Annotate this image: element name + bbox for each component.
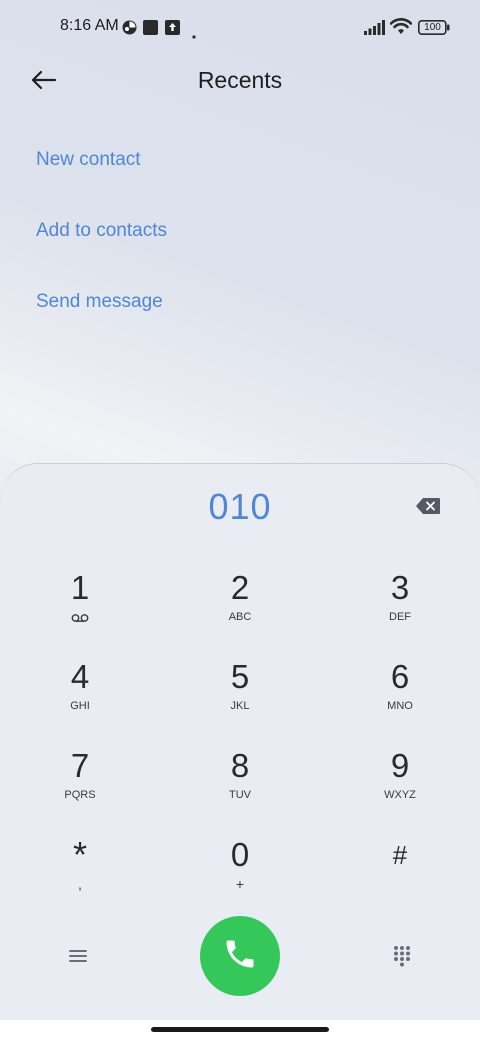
dialed-number: 010	[208, 486, 272, 527]
send-message-link[interactable]: Send message	[36, 278, 167, 349]
dialer-panel: 010 1 2 ABC 3 DEF 4 GHI 5 JKL 6 MNO 7 PQ…	[0, 463, 480, 1020]
home-indicator[interactable]	[151, 1027, 329, 1032]
key-letters: GHI	[70, 700, 90, 712]
hamburger-icon	[68, 948, 88, 969]
status-time: 8:16 AM	[60, 17, 119, 34]
key-digit: 4	[70, 658, 90, 695]
top-bar: Recents	[0, 56, 480, 108]
key-digit: *	[72, 834, 87, 875]
key-1[interactable]: 1	[25, 568, 135, 648]
square-app-icon	[143, 20, 158, 40]
key-digit: 6	[390, 658, 410, 695]
key-8[interactable]: 8 TUV	[185, 746, 295, 826]
key-letters: ABC	[228, 611, 252, 623]
key-star[interactable]: * ,	[25, 835, 135, 915]
key-letters: WXYZ	[384, 789, 416, 801]
key-letters: +	[235, 876, 245, 892]
backspace-button[interactable]	[410, 494, 446, 522]
signal-icon	[364, 20, 386, 40]
phone-icon	[222, 936, 258, 977]
key-letters: PQRS	[64, 789, 96, 801]
key-digit: 8	[230, 747, 250, 784]
backspace-icon	[415, 497, 441, 520]
key-hash[interactable]: #	[345, 835, 455, 915]
key-2[interactable]: 2 ABC	[185, 568, 295, 648]
key-6[interactable]: 6 MNO	[345, 657, 455, 737]
call-button[interactable]	[200, 916, 280, 996]
key-digit: #	[392, 840, 408, 870]
upload-icon	[165, 20, 180, 40]
add-to-contacts-link[interactable]: Add to contacts	[36, 207, 167, 278]
circle-app-icon	[122, 20, 137, 40]
key-digit: 0	[230, 836, 250, 873]
key-7[interactable]: 7 PQRS	[25, 746, 135, 826]
status-bar: 8:16 AM 100	[0, 0, 480, 56]
keypad-grid-icon	[393, 945, 411, 972]
key-3[interactable]: 3 DEF	[345, 568, 455, 648]
battery-level: 100	[424, 22, 441, 33]
key-letters: ,	[78, 876, 82, 892]
action-list: New contact Add to contacts Send message	[36, 136, 167, 349]
keypad-toggle-button[interactable]	[382, 940, 422, 976]
key-digit: 9	[390, 747, 410, 784]
wifi-icon	[389, 18, 413, 40]
voicemail-icon	[25, 610, 135, 624]
key-digit: 3	[390, 569, 410, 606]
key-0[interactable]: 0 +	[185, 835, 295, 915]
key-letters: JKL	[230, 700, 250, 712]
key-digit: 1	[70, 569, 90, 606]
new-contact-link[interactable]: New contact	[36, 136, 167, 207]
menu-button[interactable]	[58, 942, 98, 974]
key-5[interactable]: 5 JKL	[185, 657, 295, 737]
key-letters: TUV	[229, 789, 251, 801]
key-4[interactable]: 4 GHI	[25, 657, 135, 737]
key-digit: 2	[230, 569, 250, 606]
key-9[interactable]: 9 WXYZ	[345, 746, 455, 826]
dot-icon	[192, 26, 196, 44]
key-letters: MNO	[387, 700, 413, 712]
key-digit: 7	[70, 747, 90, 784]
key-digit: 5	[230, 658, 250, 695]
key-letters: DEF	[389, 611, 411, 623]
page-title: Recents	[197, 67, 283, 93]
dialer-bottom-row	[0, 916, 480, 1000]
